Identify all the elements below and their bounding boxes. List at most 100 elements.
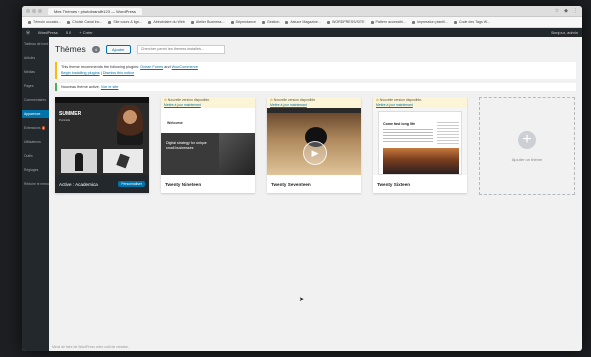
theme-card-footer: Twenty Seventeen (267, 175, 361, 193)
hero-photo (219, 133, 255, 175)
mouse-cursor-icon: ➤ (299, 297, 305, 303)
warning-icon: ⊘ (376, 98, 379, 102)
update-notice: ⊘ Nouvelle version disponible. Mettre à … (161, 97, 255, 108)
sidebar-item-dashboard[interactable]: Tableau de bord (22, 40, 49, 48)
bookmark-item[interactable]: Choisir Canal inc... (67, 20, 102, 24)
bookmark-item[interactable]: Témoin occasio... (28, 20, 61, 24)
add-new-theme-card[interactable]: + Ajouter un thème (479, 97, 575, 195)
sidebar-item-media[interactable]: Médias (22, 68, 49, 76)
menu-icon[interactable]: ⋮ (573, 8, 578, 14)
theme-card-twenty-nineteen[interactable]: ⊘ Nouvelle version disponible. Mettre à … (161, 97, 255, 193)
begin-installing-link[interactable]: Begin installing plugins (61, 71, 100, 75)
wp-admin-main: Tableau de bord Articles Médias Pages Co… (22, 36, 582, 351)
bookmark-item[interactable]: Gestion (261, 20, 279, 24)
theme-card-academica[interactable]: SUMMER Portraits Active : Academica Pers… (55, 97, 149, 193)
portrait-photo (117, 105, 143, 145)
bookmark-item[interactable]: Astuce Magazine... (285, 20, 321, 24)
customize-button[interactable]: Personnaliser (118, 181, 145, 187)
warning-icon: ⊘ (270, 98, 273, 102)
update-now-link[interactable]: Mettre à jour maintenant (164, 103, 201, 107)
admin-footer-text: Merci de faire de WordPress votre outil … (52, 345, 130, 349)
theme-screenshot: ▶ (267, 97, 361, 175)
screenshot-heading: Welcome (167, 121, 183, 125)
extensions-icon[interactable]: ◆ (564, 8, 568, 14)
screenshot-sidebar-lines (437, 122, 459, 144)
figure-silhouette (75, 153, 83, 171)
update-now-link[interactable]: Mettre à jour maintenant (376, 103, 413, 107)
close-window-icon[interactable] (26, 9, 30, 13)
update-now-link[interactable]: Mettre à jour maintenant (270, 103, 307, 107)
bookmark-item[interactable]: Site cours & lign... (108, 20, 142, 24)
browser-tab[interactable]: Mes Thèmes ‹ photobrandfr123 — WordPress (48, 7, 142, 15)
plugin-recommendation-notice: This theme recommends the following plug… (55, 62, 576, 79)
bookmark-item[interactable]: Code des Tags W... (453, 20, 490, 24)
minimize-window-icon[interactable] (32, 9, 36, 13)
add-theme-label: Ajouter un thème (511, 156, 543, 162)
notice-and: and (164, 65, 171, 69)
sidebar-item-users[interactable]: Utilisateurs (22, 138, 49, 146)
bookmark-item[interactable]: Atelier Business... (190, 20, 225, 24)
update-notice: ⊘ Nouvelle version disponible. Mettre à … (373, 97, 467, 108)
theme-card-twenty-sixteen[interactable]: ⊘ Nouvelle version disponible. Mettre à … (373, 97, 467, 193)
bookmark-icon (261, 20, 265, 24)
site-name-link[interactable]: WordPress (38, 30, 58, 35)
page-title: Thèmes (55, 44, 86, 54)
bookmark-item[interactable]: Abécédaire du Web (148, 20, 185, 24)
sidebar-item-collapse[interactable]: Réduire le menu (22, 180, 49, 188)
themes-page: Thèmes 4 Ajouter This theme recommends t… (49, 36, 582, 351)
bookmark-icon (190, 20, 194, 24)
bookmark-icon (370, 20, 374, 24)
sidebar-item-pages[interactable]: Pages (22, 82, 49, 90)
window-controls[interactable] (26, 9, 42, 13)
bookmark-item[interactable]: Impression plantil... (411, 20, 448, 24)
updates-comments-counter[interactable]: 5 0 (66, 30, 72, 35)
theme-activated-notice: Nouveau thème activé. Voir le site (55, 83, 576, 91)
play-icon[interactable]: ▶ (303, 141, 327, 165)
plugin-link-ocean-forms[interactable]: Ocean Forms (140, 65, 163, 69)
star-icon[interactable]: ☆ (555, 8, 559, 14)
bookmark-icon (108, 20, 112, 24)
browser-window: Mes Thèmes ‹ photobrandfr123 — WordPress… (22, 6, 582, 351)
sidebar-item-tools[interactable]: Outils (22, 152, 49, 160)
screenshot-heading: Come fast long life (383, 122, 416, 126)
theme-name: Twenty Seventeen (271, 181, 311, 187)
add-theme-button[interactable]: Ajouter (105, 44, 131, 54)
sidebar-item-comments[interactable]: Commentaires (22, 96, 49, 104)
screenshot-heading: SUMMER (59, 111, 82, 117)
sidebar-item-plugins[interactable]: Extensions 2 (22, 124, 49, 132)
maximize-window-icon[interactable] (38, 9, 42, 13)
notice-text: This theme recommends the following plug… (61, 65, 140, 69)
screenshot-nav (55, 97, 149, 103)
theme-card-footer: Active : Academica Personnaliser (55, 175, 149, 193)
dismiss-notice-link[interactable]: Dismiss this notice (103, 71, 134, 75)
bookmark-item[interactable]: Pattern accessibl... (370, 20, 406, 24)
sidebar-item-posts[interactable]: Articles (22, 54, 49, 62)
themes-grid: SUMMER Portraits Active : Academica Pers… (55, 97, 576, 195)
view-site-link[interactable]: Voir le site (101, 85, 119, 89)
bookmark-item[interactable]: WORDPRESS/SITE (326, 20, 365, 24)
bookmark-icon (285, 20, 289, 24)
screenshot-hero: Digital strategy for unique small busine… (161, 133, 255, 175)
wordpress-logo-icon[interactable]: Ⓦ (26, 30, 30, 36)
update-notice: ⊘ Nouvelle version disponible. Mettre à … (267, 97, 361, 108)
theme-name: Twenty Sixteen (377, 181, 411, 187)
sunset-photo (383, 148, 459, 174)
theme-card-twenty-seventeen[interactable]: ⊘ Nouvelle version disponible. Mettre à … (267, 97, 361, 193)
warning-icon: ⊘ (164, 98, 167, 102)
screenshot-subheading: Portraits (59, 118, 71, 122)
theme-screenshot: SUMMER Portraits (55, 97, 149, 175)
new-content-menu[interactable]: + Créer (79, 30, 92, 35)
user-greeting[interactable]: Bonjour, admin (551, 30, 578, 35)
theme-screenshot: Welcome Digital strategy for unique smal… (161, 97, 255, 175)
theme-card-footer: Twenty Nineteen (161, 175, 255, 193)
sidebar-item-appearance[interactable]: Apparence (22, 110, 49, 118)
plugin-link-woocommerce[interactable]: WooCommerce (172, 65, 198, 69)
theme-name: Twenty Nineteen (165, 181, 202, 187)
theme-search-input[interactable] (136, 44, 225, 54)
screenshot-text-lines (383, 129, 433, 143)
screenshot-page: Come fast long life (378, 111, 462, 175)
browser-toolbar-icons: ☆ ◆ ⋮ (555, 8, 578, 14)
sidebar-item-settings[interactable]: Réglages (22, 166, 49, 174)
bookmark-item[interactable]: Dépendance (230, 20, 256, 24)
activated-text: Nouveau thème activé. (61, 85, 100, 89)
